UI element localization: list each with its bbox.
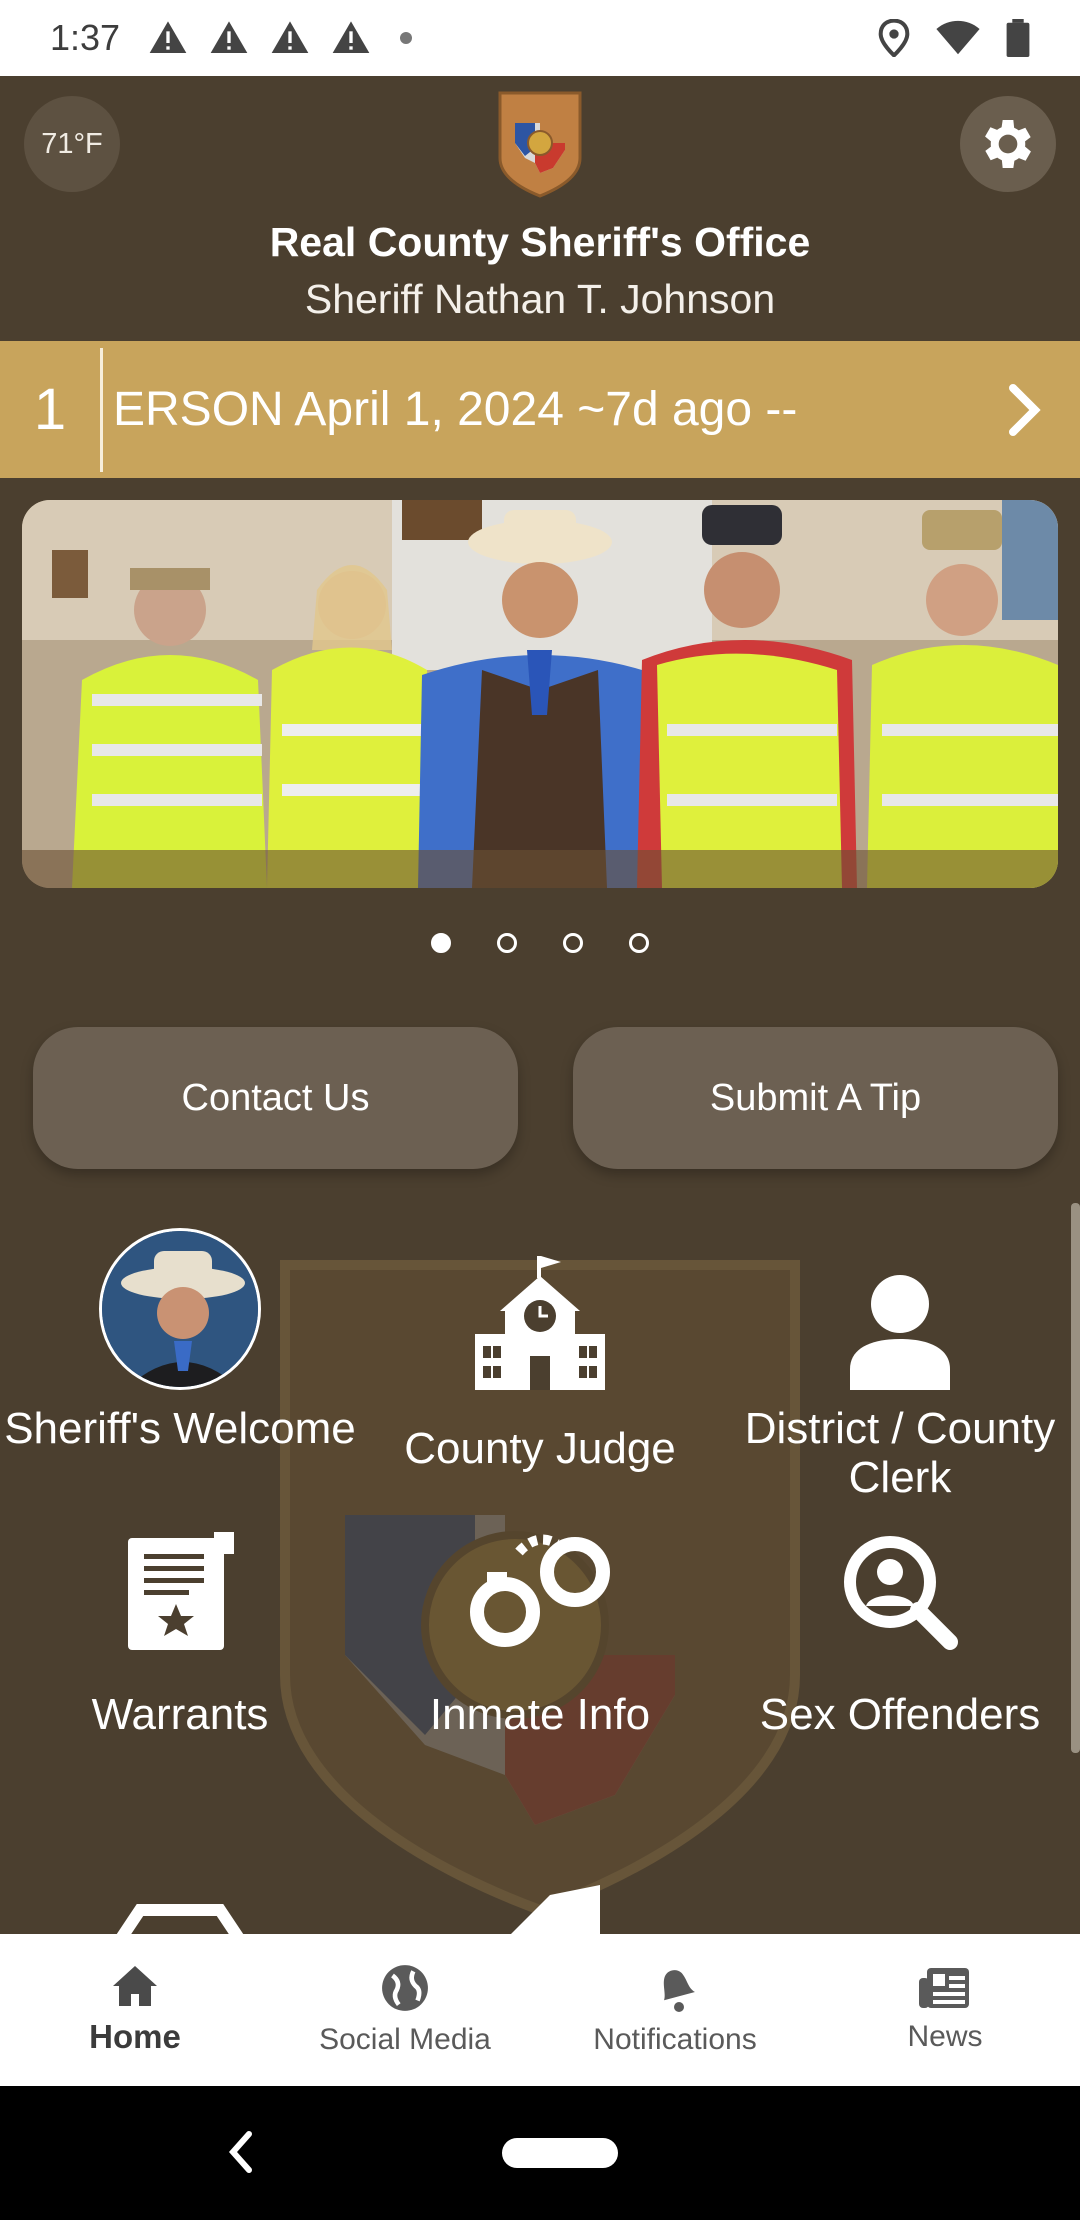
gear-icon	[985, 120, 1031, 168]
home-icon	[113, 1966, 157, 2006]
warning-icon	[210, 21, 248, 53]
back-icon[interactable]	[225, 2126, 255, 2178]
news-ticker[interactable]: 1 ERSON April 1, 2024 ~7d ago --	[0, 341, 1080, 478]
page-dot[interactable]	[431, 933, 451, 953]
notification-dot-icon	[400, 32, 413, 44]
page-subtitle: Sheriff Nathan T. Johnson	[304, 276, 776, 322]
warrant-document-icon	[0, 1530, 360, 1650]
sex-offenders-tile[interactable]: Sex Offenders	[720, 1530, 1080, 1739]
handcuffs-icon	[360, 1530, 720, 1650]
bell-icon	[663, 1970, 695, 2012]
district-county-clerk-tile[interactable]: District / County Clerk	[720, 1220, 1080, 1502]
temperature-badge[interactable]: 71°F	[24, 96, 120, 192]
status-time: 1:37	[50, 17, 121, 58]
app-header: 71°F Real County Sheriff's Office Sherif…	[0, 76, 1080, 341]
location-icon	[878, 19, 910, 57]
globe-icon	[382, 1965, 428, 2011]
schoolhouse-icon	[360, 1220, 720, 1390]
page-title: Real County Sheriff's Office	[269, 219, 811, 265]
nav-label: Social Media	[319, 2023, 491, 2056]
ticker-count: 1	[33, 377, 67, 442]
menu-grid: Sheriff's Welcome County Judge District …	[0, 1200, 1080, 1934]
inmate-info-tile[interactable]: Inmate Info	[360, 1530, 720, 1739]
carousel-page-indicator	[0, 933, 1080, 953]
system-navigation-bar	[0, 2086, 1080, 2220]
tile-label: County Judge	[404, 1424, 676, 1473]
warrants-tile[interactable]: Warrants	[0, 1530, 360, 1739]
nav-home[interactable]: Home	[0, 1934, 270, 2086]
tile-label: Sex Offenders	[759, 1690, 1041, 1739]
tile-label: Warrants	[91, 1690, 269, 1739]
home-gesture-pill[interactable]	[502, 2138, 618, 2168]
tile-label: Inmate Info	[429, 1690, 651, 1739]
submit-tip-button[interactable]: Submit A Tip	[573, 1027, 1058, 1169]
wifi-icon	[936, 20, 980, 55]
page-dot[interactable]	[629, 933, 649, 953]
tile-label: District / County Clerk	[744, 1404, 1056, 1502]
page-dot[interactable]	[497, 933, 517, 953]
newspaper-icon	[919, 1968, 969, 2008]
person-search-icon	[720, 1530, 1080, 1650]
nav-notifications[interactable]: Notifications	[540, 1934, 810, 2086]
county-judge-tile[interactable]: County Judge	[360, 1220, 720, 1473]
person-icon	[720, 1220, 1080, 1390]
carousel-photo	[22, 500, 1058, 888]
warning-icon	[332, 21, 370, 53]
bottom-navigation: Home Social Media Notifications News	[0, 1934, 1080, 2086]
warning-icon	[271, 21, 309, 53]
status-bar: 1:37	[0, 0, 1080, 76]
ticker-next-button[interactable]	[970, 382, 1080, 438]
partial-row-icon	[511, 1885, 600, 1934]
photo-carousel[interactable]	[22, 500, 1058, 888]
sheriffs-welcome-tile[interactable]: Sheriff's Welcome	[0, 1220, 360, 1453]
nav-label: News	[907, 2020, 983, 2053]
scrollbar[interactable]	[1071, 1203, 1080, 1753]
partial-row-icon	[116, 1904, 244, 1934]
nav-news[interactable]: News	[810, 1934, 1080, 2086]
warning-icon	[149, 21, 187, 53]
contact-us-button[interactable]: Contact Us	[33, 1027, 518, 1169]
sheriff-photo-icon	[0, 1220, 360, 1390]
sheriff-badge-logo	[498, 91, 582, 198]
avatar	[99, 1228, 261, 1390]
chevron-right-icon	[1009, 383, 1041, 436]
page-dot[interactable]	[563, 933, 583, 953]
ticker-text: ERSON April 1, 2024 ~7d ago --	[113, 383, 798, 436]
nav-label: Notifications	[593, 2023, 757, 2056]
nav-social-media[interactable]: Social Media	[270, 1934, 540, 2086]
battery-icon	[1006, 19, 1030, 57]
tile-label: Sheriff's Welcome	[4, 1404, 356, 1453]
nav-label: Home	[89, 2018, 181, 2055]
settings-button[interactable]	[960, 96, 1056, 192]
